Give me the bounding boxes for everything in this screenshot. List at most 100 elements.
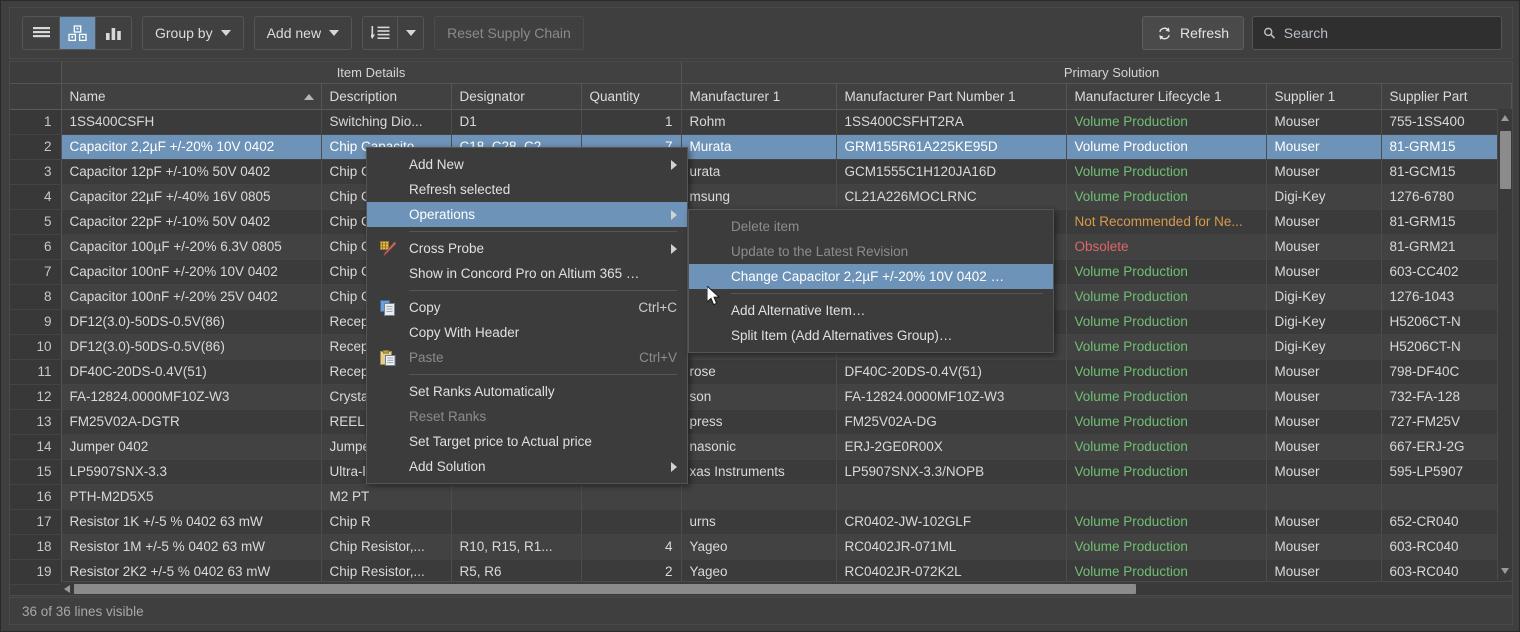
cell-lifecycle[interactable]: Obsolete <box>1066 234 1266 259</box>
cell-lifecycle[interactable]: Volume Production <box>1066 184 1266 209</box>
cell-supplier[interactable]: Mouser <box>1266 234 1381 259</box>
column-header-supplier-part[interactable]: Supplier Part <box>1381 83 1511 109</box>
cell-manufacturer-part-number[interactable]: GCM1555C1H120JA16D <box>836 159 1066 184</box>
cell-supplier-part[interactable]: 603-RC040 <box>1381 534 1511 559</box>
cell-name[interactable]: DF12(3.0)-50DS-0.5V(86) <box>61 334 321 359</box>
context-submenu-item[interactable]: Add Alternative Item… <box>689 298 1053 323</box>
cell-description[interactable]: Switching Dio... <box>321 109 451 134</box>
context-submenu-item[interactable]: Split Item (Add Alternatives Group)… <box>689 323 1053 348</box>
cell-lifecycle[interactable]: Volume Production <box>1066 259 1266 284</box>
table-row[interactable]: 4Capacitor 22µF +/-40% 16V 0805Chip Cmsu… <box>10 184 1513 209</box>
table-row[interactable]: 11SS400CSFHSwitching Dio...D11Rohm1SS400… <box>10 109 1513 134</box>
cell-name[interactable]: DF40C-20DS-0.4V(51) <box>61 359 321 384</box>
cell-name[interactable]: Capacitor 2,2µF +/-20% 10V 0402 <box>61 134 321 159</box>
cell-supplier-part[interactable]: 798-DF40C <box>1381 359 1511 384</box>
cell-manufacturer[interactable]: Yageo <box>681 534 836 559</box>
cell-lifecycle[interactable]: Volume Production <box>1066 284 1266 309</box>
cell-manufacturer[interactable]: nasonic <box>681 434 836 459</box>
cell-supplier-part[interactable]: 81-GRM15 <box>1381 134 1511 159</box>
context-menu-item[interactable]: Refresh selected <box>367 177 687 202</box>
cell-supplier-part[interactable]: 1276-6780 <box>1381 184 1511 209</box>
refresh-button[interactable]: Refresh <box>1142 16 1244 50</box>
cell-manufacturer-part-number[interactable] <box>836 484 1066 509</box>
table-row[interactable]: 12FA-12824.0000MF10Z-W3CrystasonFA-12824… <box>10 384 1513 409</box>
cell-supplier-part[interactable]: 81-GRM15 <box>1381 209 1511 234</box>
chart-view-button[interactable] <box>95 17 131 49</box>
cell-manufacturer-part-number[interactable]: CL21A226MOCLRNC <box>836 184 1066 209</box>
cell-designator[interactable] <box>451 509 581 534</box>
cell-supplier-part[interactable]: 755-1SS400 <box>1381 109 1511 134</box>
cell-lifecycle[interactable]: Volume Production <box>1066 459 1266 484</box>
cell-name[interactable]: 1SS400CSFH <box>61 109 321 134</box>
cell-lifecycle[interactable]: Volume Production <box>1066 409 1266 434</box>
table-row[interactable]: 3Capacitor 12pF +/-10% 50V 0402Chip Cura… <box>10 159 1513 184</box>
cell-supplier-part[interactable]: 595-LP5907 <box>1381 459 1511 484</box>
context-menu-item[interactable]: Operations <box>367 202 687 227</box>
supply-chain-view-button[interactable] <box>59 17 95 49</box>
horizontal-scroll-thumb[interactable] <box>74 584 1136 594</box>
cell-lifecycle[interactable]: Volume Production <box>1066 359 1266 384</box>
cell-supplier[interactable]: Digi-Key <box>1266 309 1381 334</box>
add-new-button[interactable]: Add new <box>254 16 352 50</box>
column-header-manufacturer-part-number-1[interactable]: Manufacturer Part Number 1 <box>836 83 1066 109</box>
context-menu-item[interactable]: Add New <box>367 152 687 177</box>
cell-name[interactable]: Capacitor 100µF +/-20% 6.3V 0805 <box>61 234 321 259</box>
cell-supplier[interactable]: Mouser <box>1266 434 1381 459</box>
cell-supplier[interactable]: Mouser <box>1266 409 1381 434</box>
cell-manufacturer-part-number[interactable]: GRM155R61A225KE95D <box>836 134 1066 159</box>
column-header-description[interactable]: Description <box>321 83 451 109</box>
table-row[interactable]: 16PTH-M2D5X5M2 PT <box>10 484 1513 509</box>
cell-name[interactable]: Resistor 1K +/-5 % 0402 63 mW <box>61 509 321 534</box>
cell-supplier[interactable]: Mouser <box>1266 134 1381 159</box>
cell-supplier[interactable]: Mouser <box>1266 509 1381 534</box>
table-row[interactable]: 14Jumper 0402JumpenasonicERJ-2GE0R00XVol… <box>10 434 1513 459</box>
cell-manufacturer-part-number[interactable]: LP5907SNX-3.3/NOPB <box>836 459 1066 484</box>
context-menu-item[interactable]: CopyCtrl+C <box>367 295 687 320</box>
cell-supplier-part[interactable]: 1276-1043 <box>1381 284 1511 309</box>
cell-designator[interactable]: D1 <box>451 109 581 134</box>
cell-quantity[interactable]: 1 <box>581 109 681 134</box>
cell-supplier[interactable]: Mouser <box>1266 159 1381 184</box>
column-header-manufacturer-1[interactable]: Manufacturer 1 <box>681 83 836 109</box>
cell-name[interactable]: DF12(3.0)-50DS-0.5V(86) <box>61 309 321 334</box>
cell-name[interactable]: LP5907SNX-3.3 <box>61 459 321 484</box>
cell-name[interactable]: Capacitor 12pF +/-10% 50V 0402 <box>61 159 321 184</box>
context-menu-item[interactable]: Set Ranks Automatically <box>367 379 687 404</box>
cell-description[interactable]: Chip R <box>321 509 451 534</box>
cell-supplier[interactable]: Digi-Key <box>1266 334 1381 359</box>
horizontal-scrollbar[interactable] <box>61 581 1513 595</box>
cell-supplier-part[interactable]: 652-CR040 <box>1381 509 1511 534</box>
cell-manufacturer[interactable] <box>681 484 836 509</box>
column-header-designator[interactable]: Designator <box>451 83 581 109</box>
context-submenu-operations[interactable]: Delete itemUpdate to the Latest Revision… <box>688 209 1054 353</box>
cell-name[interactable]: FA-12824.0000MF10Z-W3 <box>61 384 321 409</box>
cell-supplier-part[interactable]: 727-FM25V <box>1381 409 1511 434</box>
cell-description[interactable]: M2 PT <box>321 484 451 509</box>
cell-designator[interactable] <box>451 484 581 509</box>
cell-supplier[interactable] <box>1266 484 1381 509</box>
search-box[interactable] <box>1252 16 1502 50</box>
vertical-scrollbar[interactable] <box>1497 109 1512 580</box>
cell-manufacturer-part-number[interactable]: CR0402-JW-102GLF <box>836 509 1066 534</box>
cell-manufacturer[interactable]: son <box>681 384 836 409</box>
cell-designator[interactable]: R10, R15, R1... <box>451 534 581 559</box>
cell-supplier-part[interactable]: 667-ERJ-2G <box>1381 434 1511 459</box>
vertical-scroll-thumb[interactable] <box>1500 131 1511 189</box>
search-input[interactable] <box>1284 25 1491 41</box>
cell-manufacturer-part-number[interactable]: 1SS400CSFHT2RA <box>836 109 1066 134</box>
context-submenu-item[interactable]: Change Capacitor 2,2µF +/-20% 10V 0402 … <box>689 264 1053 289</box>
cell-manufacturer[interactable]: Rohm <box>681 109 836 134</box>
cell-supplier[interactable]: Mouser <box>1266 384 1381 409</box>
cell-manufacturer-part-number[interactable]: ERJ-2GE0R00X <box>836 434 1066 459</box>
cell-quantity[interactable]: 4 <box>581 534 681 559</box>
cell-supplier[interactable]: Mouser <box>1266 459 1381 484</box>
cell-supplier-part[interactable] <box>1381 484 1511 509</box>
group-by-button[interactable]: Group by <box>142 16 244 50</box>
cell-lifecycle[interactable]: Volume Production <box>1066 309 1266 334</box>
context-menu-item[interactable]: Copy With Header <box>367 320 687 345</box>
scroll-up-icon[interactable] <box>1501 115 1509 121</box>
cell-lifecycle[interactable]: Volume Production <box>1066 384 1266 409</box>
cell-name[interactable]: Resistor 1M +/-5 % 0402 63 mW <box>61 534 321 559</box>
sort-options-button[interactable] <box>397 17 423 49</box>
cell-supplier-part[interactable]: 732-FA-128 <box>1381 384 1511 409</box>
